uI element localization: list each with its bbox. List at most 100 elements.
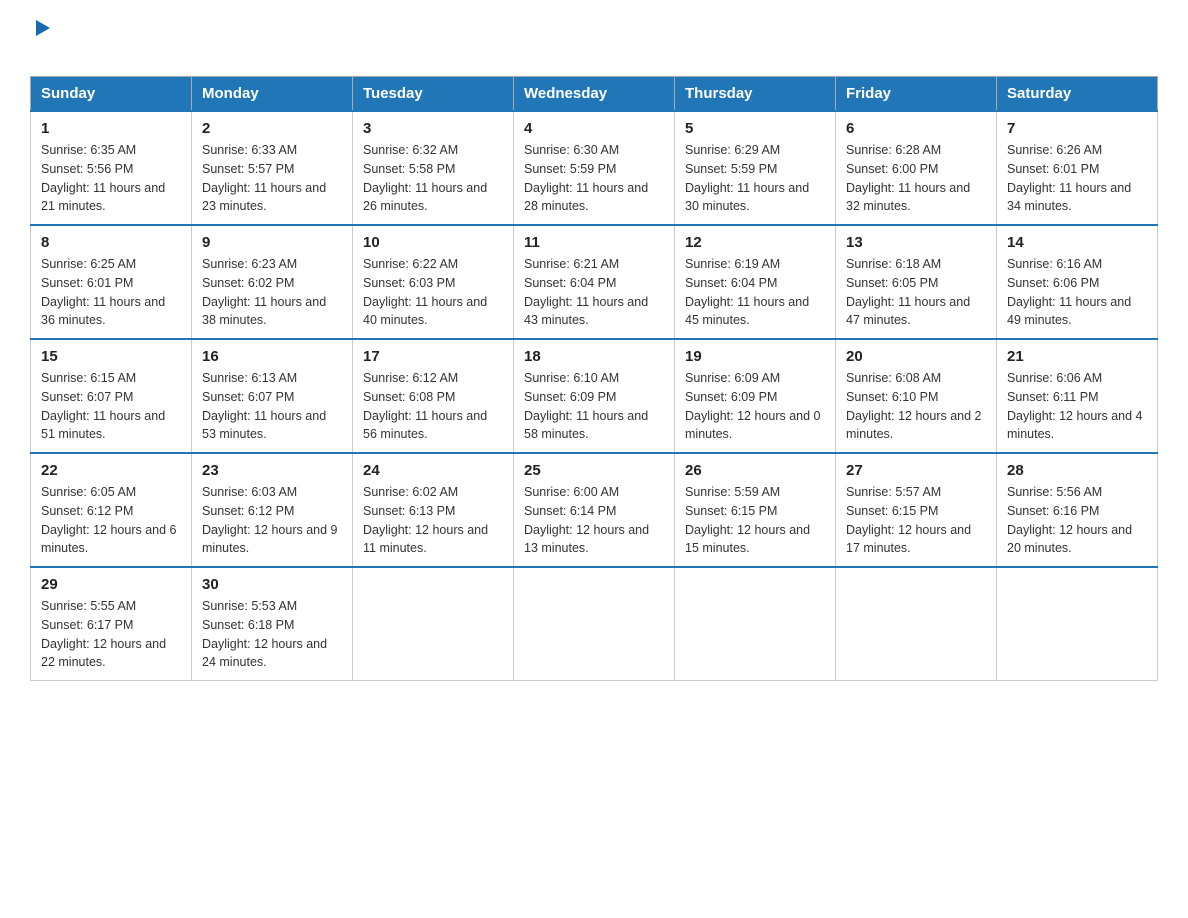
calendar-cell: 17 Sunrise: 6:12 AM Sunset: 6:08 PM Dayl… xyxy=(353,339,514,453)
day-info: Sunrise: 6:26 AM Sunset: 6:01 PM Dayligh… xyxy=(1007,141,1147,216)
day-info: Sunrise: 6:15 AM Sunset: 6:07 PM Dayligh… xyxy=(41,369,181,444)
calendar-cell: 14 Sunrise: 6:16 AM Sunset: 6:06 PM Dayl… xyxy=(997,225,1158,339)
day-info: Sunrise: 6:03 AM Sunset: 6:12 PM Dayligh… xyxy=(202,483,342,558)
calendar-cell: 6 Sunrise: 6:28 AM Sunset: 6:00 PM Dayli… xyxy=(836,111,997,225)
day-info: Sunrise: 5:57 AM Sunset: 6:15 PM Dayligh… xyxy=(846,483,986,558)
calendar-week-row-1: 1 Sunrise: 6:35 AM Sunset: 5:56 PM Dayli… xyxy=(31,111,1158,225)
day-number: 24 xyxy=(363,462,503,479)
calendar-cell xyxy=(836,567,997,681)
day-info: Sunrise: 6:28 AM Sunset: 6:00 PM Dayligh… xyxy=(846,141,986,216)
day-info: Sunrise: 5:56 AM Sunset: 6:16 PM Dayligh… xyxy=(1007,483,1147,558)
calendar-table: SundayMondayTuesdayWednesdayThursdayFrid… xyxy=(30,76,1158,681)
day-info: Sunrise: 6:09 AM Sunset: 6:09 PM Dayligh… xyxy=(685,369,825,444)
calendar-cell: 24 Sunrise: 6:02 AM Sunset: 6:13 PM Dayl… xyxy=(353,453,514,567)
day-info: Sunrise: 6:25 AM Sunset: 6:01 PM Dayligh… xyxy=(41,255,181,330)
calendar-cell: 16 Sunrise: 6:13 AM Sunset: 6:07 PM Dayl… xyxy=(192,339,353,453)
day-info: Sunrise: 6:18 AM Sunset: 6:05 PM Dayligh… xyxy=(846,255,986,330)
calendar-cell: 9 Sunrise: 6:23 AM Sunset: 6:02 PM Dayli… xyxy=(192,225,353,339)
calendar-cell: 2 Sunrise: 6:33 AM Sunset: 5:57 PM Dayli… xyxy=(192,111,353,225)
day-info: Sunrise: 6:35 AM Sunset: 5:56 PM Dayligh… xyxy=(41,141,181,216)
calendar-cell: 5 Sunrise: 6:29 AM Sunset: 5:59 PM Dayli… xyxy=(675,111,836,225)
calendar-cell: 12 Sunrise: 6:19 AM Sunset: 6:04 PM Dayl… xyxy=(675,225,836,339)
day-number: 10 xyxy=(363,234,503,251)
day-number: 23 xyxy=(202,462,342,479)
logo xyxy=(30,20,54,66)
day-info: Sunrise: 6:30 AM Sunset: 5:59 PM Dayligh… xyxy=(524,141,664,216)
calendar-header-thursday: Thursday xyxy=(675,77,836,112)
day-info: Sunrise: 5:53 AM Sunset: 6:18 PM Dayligh… xyxy=(202,597,342,672)
calendar-cell: 28 Sunrise: 5:56 AM Sunset: 6:16 PM Dayl… xyxy=(997,453,1158,567)
day-number: 17 xyxy=(363,348,503,365)
day-info: Sunrise: 6:02 AM Sunset: 6:13 PM Dayligh… xyxy=(363,483,503,558)
day-number: 27 xyxy=(846,462,986,479)
day-info: Sunrise: 6:05 AM Sunset: 6:12 PM Dayligh… xyxy=(41,483,181,558)
day-number: 11 xyxy=(524,234,664,251)
calendar-cell: 20 Sunrise: 6:08 AM Sunset: 6:10 PM Dayl… xyxy=(836,339,997,453)
calendar-header-saturday: Saturday xyxy=(997,77,1158,112)
day-number: 21 xyxy=(1007,348,1147,365)
logo-arrow-icon xyxy=(32,18,54,40)
day-number: 14 xyxy=(1007,234,1147,251)
day-info: Sunrise: 6:22 AM Sunset: 6:03 PM Dayligh… xyxy=(363,255,503,330)
calendar-cell: 8 Sunrise: 6:25 AM Sunset: 6:01 PM Dayli… xyxy=(31,225,192,339)
day-info: Sunrise: 6:13 AM Sunset: 6:07 PM Dayligh… xyxy=(202,369,342,444)
page-header xyxy=(30,20,1158,66)
day-number: 30 xyxy=(202,576,342,593)
calendar-cell: 4 Sunrise: 6:30 AM Sunset: 5:59 PM Dayli… xyxy=(514,111,675,225)
calendar-cell xyxy=(997,567,1158,681)
day-number: 3 xyxy=(363,120,503,137)
day-info: Sunrise: 6:32 AM Sunset: 5:58 PM Dayligh… xyxy=(363,141,503,216)
calendar-cell: 30 Sunrise: 5:53 AM Sunset: 6:18 PM Dayl… xyxy=(192,567,353,681)
day-info: Sunrise: 6:16 AM Sunset: 6:06 PM Dayligh… xyxy=(1007,255,1147,330)
calendar-cell: 3 Sunrise: 6:32 AM Sunset: 5:58 PM Dayli… xyxy=(353,111,514,225)
calendar-cell xyxy=(514,567,675,681)
calendar-week-row-2: 8 Sunrise: 6:25 AM Sunset: 6:01 PM Dayli… xyxy=(31,225,1158,339)
day-number: 20 xyxy=(846,348,986,365)
calendar-cell: 1 Sunrise: 6:35 AM Sunset: 5:56 PM Dayli… xyxy=(31,111,192,225)
day-info: Sunrise: 6:23 AM Sunset: 6:02 PM Dayligh… xyxy=(202,255,342,330)
day-info: Sunrise: 5:55 AM Sunset: 6:17 PM Dayligh… xyxy=(41,597,181,672)
calendar-week-row-3: 15 Sunrise: 6:15 AM Sunset: 6:07 PM Dayl… xyxy=(31,339,1158,453)
calendar-week-row-5: 29 Sunrise: 5:55 AM Sunset: 6:17 PM Dayl… xyxy=(31,567,1158,681)
day-number: 5 xyxy=(685,120,825,137)
day-number: 29 xyxy=(41,576,181,593)
day-number: 16 xyxy=(202,348,342,365)
day-number: 9 xyxy=(202,234,342,251)
calendar-cell: 11 Sunrise: 6:21 AM Sunset: 6:04 PM Dayl… xyxy=(514,225,675,339)
calendar-cell: 19 Sunrise: 6:09 AM Sunset: 6:09 PM Dayl… xyxy=(675,339,836,453)
day-number: 13 xyxy=(846,234,986,251)
day-number: 12 xyxy=(685,234,825,251)
calendar-cell: 7 Sunrise: 6:26 AM Sunset: 6:01 PM Dayli… xyxy=(997,111,1158,225)
day-info: Sunrise: 6:06 AM Sunset: 6:11 PM Dayligh… xyxy=(1007,369,1147,444)
day-number: 2 xyxy=(202,120,342,137)
day-number: 22 xyxy=(41,462,181,479)
day-info: Sunrise: 6:33 AM Sunset: 5:57 PM Dayligh… xyxy=(202,141,342,216)
calendar-cell xyxy=(353,567,514,681)
calendar-header-tuesday: Tuesday xyxy=(353,77,514,112)
calendar-cell: 13 Sunrise: 6:18 AM Sunset: 6:05 PM Dayl… xyxy=(836,225,997,339)
calendar-header-row: SundayMondayTuesdayWednesdayThursdayFrid… xyxy=(31,77,1158,112)
day-info: Sunrise: 6:00 AM Sunset: 6:14 PM Dayligh… xyxy=(524,483,664,558)
calendar-cell: 26 Sunrise: 5:59 AM Sunset: 6:15 PM Dayl… xyxy=(675,453,836,567)
day-number: 8 xyxy=(41,234,181,251)
day-number: 1 xyxy=(41,120,181,137)
calendar-header-sunday: Sunday xyxy=(31,77,192,112)
day-number: 7 xyxy=(1007,120,1147,137)
calendar-header-wednesday: Wednesday xyxy=(514,77,675,112)
calendar-cell: 18 Sunrise: 6:10 AM Sunset: 6:09 PM Dayl… xyxy=(514,339,675,453)
calendar-cell: 29 Sunrise: 5:55 AM Sunset: 6:17 PM Dayl… xyxy=(31,567,192,681)
day-info: Sunrise: 6:10 AM Sunset: 6:09 PM Dayligh… xyxy=(524,369,664,444)
day-info: Sunrise: 6:21 AM Sunset: 6:04 PM Dayligh… xyxy=(524,255,664,330)
calendar-cell xyxy=(675,567,836,681)
calendar-cell: 27 Sunrise: 5:57 AM Sunset: 6:15 PM Dayl… xyxy=(836,453,997,567)
calendar-cell: 15 Sunrise: 6:15 AM Sunset: 6:07 PM Dayl… xyxy=(31,339,192,453)
calendar-cell: 10 Sunrise: 6:22 AM Sunset: 6:03 PM Dayl… xyxy=(353,225,514,339)
calendar-header-monday: Monday xyxy=(192,77,353,112)
day-number: 28 xyxy=(1007,462,1147,479)
day-number: 15 xyxy=(41,348,181,365)
calendar-cell: 23 Sunrise: 6:03 AM Sunset: 6:12 PM Dayl… xyxy=(192,453,353,567)
calendar-week-row-4: 22 Sunrise: 6:05 AM Sunset: 6:12 PM Dayl… xyxy=(31,453,1158,567)
calendar-cell: 25 Sunrise: 6:00 AM Sunset: 6:14 PM Dayl… xyxy=(514,453,675,567)
day-number: 19 xyxy=(685,348,825,365)
day-number: 25 xyxy=(524,462,664,479)
